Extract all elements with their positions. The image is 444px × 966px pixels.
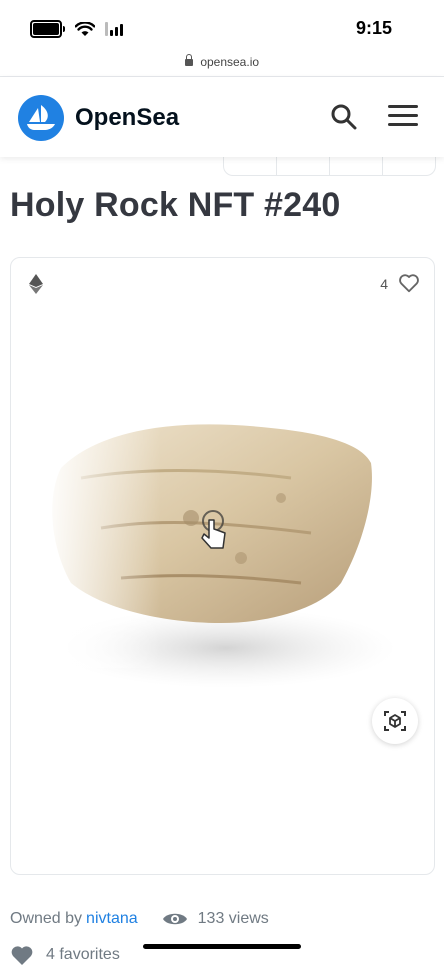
- ethereum-icon: [29, 274, 43, 294]
- eye-icon: [162, 913, 187, 925]
- owner-link[interactable]: nivtana: [86, 910, 138, 928]
- owned-by-label: Owned by: [10, 910, 83, 927]
- asset-media-card: 4: [10, 257, 435, 875]
- action-button[interactable]: [224, 157, 277, 175]
- url-text: opensea.io: [200, 55, 260, 69]
- status-time: 9:15: [355, 18, 392, 38]
- wifi-icon: [75, 21, 95, 36]
- hamburger-menu-icon[interactable]: [388, 105, 418, 127]
- action-buttons: [223, 157, 436, 176]
- site-header: OpenSea: [0, 77, 444, 157]
- address-bar[interactable]: opensea.io: [0, 54, 444, 69]
- heart-filled-icon: [11, 946, 33, 965]
- action-button[interactable]: [277, 157, 330, 175]
- battery-icon: [30, 20, 62, 38]
- status-icons: [30, 20, 123, 38]
- lock-icon: [184, 54, 193, 66]
- status-bar: 9:15: [0, 0, 444, 50]
- favorites-count: 4: [380, 276, 388, 292]
- ar-view-button[interactable]: [372, 698, 418, 744]
- favorites-info: 4 favorites: [10, 944, 120, 966]
- search-icon[interactable]: [330, 103, 358, 131]
- home-indicator: [143, 944, 301, 949]
- asset-3d-image[interactable]: [41, 408, 401, 708]
- heart-outline-icon[interactable]: [398, 272, 420, 294]
- brand-name[interactable]: OpenSea: [75, 104, 179, 132]
- action-button[interactable]: [330, 157, 383, 175]
- signal-icon: [105, 22, 123, 36]
- opensea-logo-icon[interactable]: [18, 95, 64, 141]
- page-title: Holy Rock NFT #240: [10, 186, 341, 224]
- views-count: 133 views: [197, 910, 269, 927]
- scrolled-toolbar: [0, 155, 444, 177]
- ar-cube-icon: [384, 711, 406, 731]
- action-button[interactable]: [383, 157, 435, 175]
- owner-info: Owned by nivtana 133 views: [10, 910, 269, 928]
- favorites-count-text: 4 favorites: [46, 946, 120, 963]
